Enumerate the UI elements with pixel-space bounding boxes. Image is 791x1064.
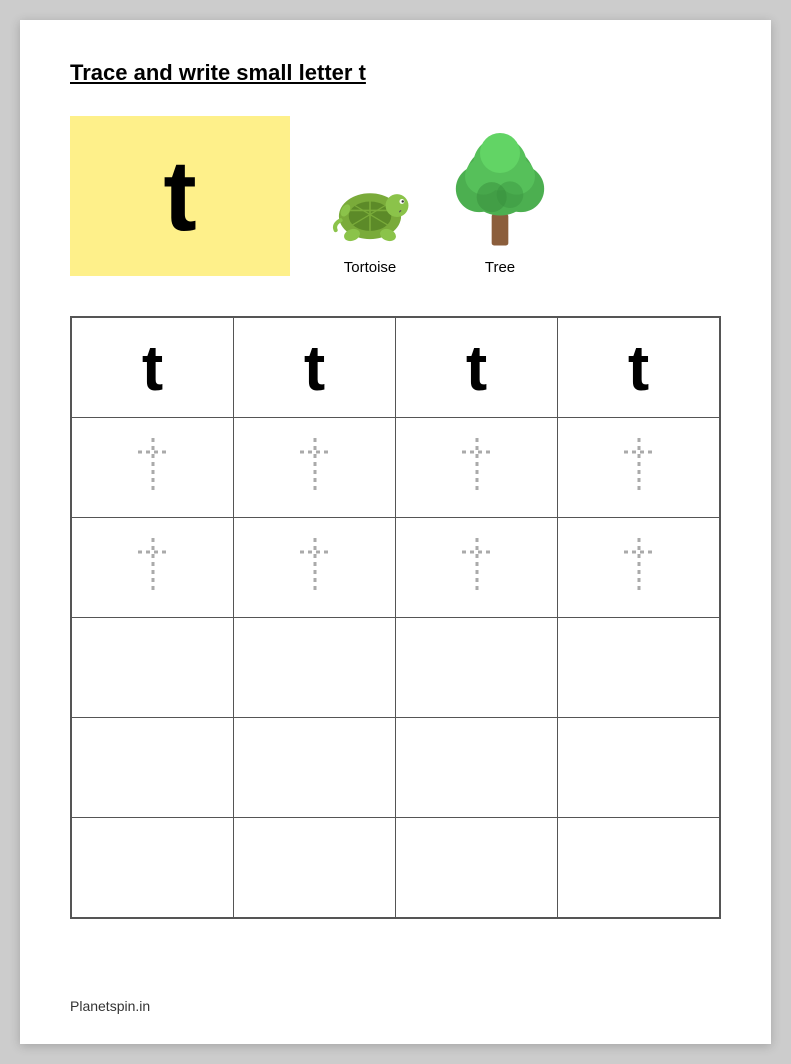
dotted-t-svg <box>614 530 664 600</box>
table-cell-empty[interactable] <box>558 718 720 818</box>
table-cell-empty[interactable] <box>558 618 720 718</box>
tortoise-label: Tortoise <box>344 259 397 276</box>
table-row <box>72 618 720 718</box>
table-cell <box>234 518 396 618</box>
table-cell <box>558 418 720 518</box>
table-cell-empty[interactable] <box>234 818 396 918</box>
table-row: t t t t <box>72 318 720 418</box>
trace-grid: t t t t <box>70 316 721 919</box>
table-cell <box>234 418 396 518</box>
table-cell <box>558 518 720 618</box>
footer-text: Planetspin.in <box>70 998 150 1014</box>
dotted-t-svg <box>290 530 340 600</box>
table-cell: t <box>396 318 558 418</box>
table-cell: t <box>234 318 396 418</box>
table-cell <box>72 518 234 618</box>
trace-table: t t t t <box>71 317 720 918</box>
page-title: Trace and write small letter t <box>70 60 721 86</box>
table-row <box>72 718 720 818</box>
tree-label: Tree <box>485 259 515 276</box>
table-cell-empty[interactable] <box>396 718 558 818</box>
tortoise-item: Tortoise <box>320 163 420 276</box>
table-cell <box>72 418 234 518</box>
tree-item: Tree <box>450 133 550 276</box>
dotted-t-svg <box>614 430 664 500</box>
table-row <box>72 518 720 618</box>
dotted-t-svg <box>128 430 178 500</box>
dotted-t-svg <box>128 530 178 600</box>
table-cell-empty[interactable] <box>396 818 558 918</box>
images-section: t <box>70 116 721 276</box>
table-cell-empty[interactable] <box>558 818 720 918</box>
table-cell-empty[interactable] <box>72 818 234 918</box>
tree-image <box>450 133 550 253</box>
solid-letter-t: t <box>628 332 649 404</box>
table-cell-empty[interactable] <box>396 618 558 718</box>
letter-t-large: t <box>163 146 196 246</box>
table-cell-empty[interactable] <box>72 618 234 718</box>
table-cell-empty[interactable] <box>234 718 396 818</box>
tortoise-image <box>320 163 420 253</box>
solid-letter-t: t <box>304 332 325 404</box>
table-cell: t <box>72 318 234 418</box>
dotted-t-svg <box>452 530 502 600</box>
page: Trace and write small letter t t <box>20 20 771 1044</box>
solid-letter-t: t <box>466 332 487 404</box>
table-cell-empty[interactable] <box>72 718 234 818</box>
table-cell-empty[interactable] <box>234 618 396 718</box>
table-row <box>72 818 720 918</box>
dotted-t-svg <box>290 430 340 500</box>
table-row <box>72 418 720 518</box>
table-cell <box>396 518 558 618</box>
solid-letter-t: t <box>142 332 163 404</box>
letter-display-box: t <box>70 116 290 276</box>
table-cell: t <box>558 318 720 418</box>
table-cell <box>396 418 558 518</box>
dotted-t-svg <box>452 430 502 500</box>
